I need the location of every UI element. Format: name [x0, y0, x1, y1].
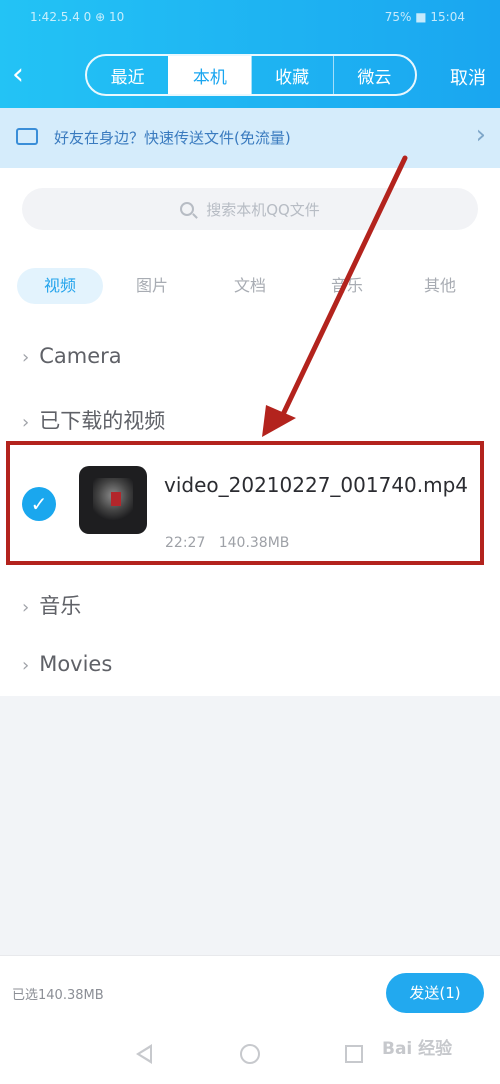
folder-label: Camera [39, 344, 122, 368]
send-button[interactable]: 发送(1) [386, 973, 484, 1013]
folder-label: Movies [39, 652, 113, 676]
tab-local[interactable]: 本机 [168, 56, 251, 94]
search-icon [180, 202, 195, 216]
nav-home-icon[interactable] [240, 1044, 260, 1064]
back-arrow-icon[interactable]: ‹ [12, 60, 24, 90]
banner-text: 好友在身边？快速传送文件(免流量) [54, 129, 291, 147]
computer-icon [16, 128, 38, 145]
folder-camera[interactable]: › Camera [22, 344, 122, 368]
folder-label: 已下载的视频 [39, 409, 166, 433]
folder-label: 音乐 [39, 594, 82, 618]
tab-images[interactable]: 图片 [112, 268, 192, 304]
chevron-right-icon: › [475, 120, 486, 150]
transfer-banner[interactable]: 好友在身边？快速传送文件(免流量) › [0, 108, 500, 168]
category-tabs: 视频 图片 文档 音乐 其他 [0, 268, 500, 306]
chevron-right-icon: › [22, 597, 30, 618]
tab-music[interactable]: 音乐 [307, 268, 387, 304]
app-header: 1:42.5.4 0 ⊕ 10 75% ■ 15:04 ‹ 最近 本机 收藏 微… [0, 0, 500, 108]
cancel-button[interactable]: 取消 [450, 64, 486, 90]
status-bar: 1:42.5.4 0 ⊕ 10 75% ■ 15:04 [0, 10, 500, 30]
selected-info: 已选140.38MB [12, 988, 104, 1003]
tab-favorites[interactable]: 收藏 [250, 56, 333, 94]
watermark: Bai 经验 [382, 1039, 453, 1059]
highlight-box [6, 441, 484, 565]
tab-documents[interactable]: 文档 [210, 268, 290, 304]
bottom-bar: 已选140.38MB 发送(1) [0, 955, 500, 1031]
status-left: 1:42.5.4 0 ⊕ 10 [30, 10, 125, 24]
folder-downloaded-videos[interactable]: › 已下载的视频 [22, 405, 165, 435]
tab-video[interactable]: 视频 [17, 268, 103, 304]
tab-weiyun[interactable]: 微云 [332, 56, 415, 94]
chevron-down-icon: › [22, 412, 30, 433]
status-right: 75% ■ 15:04 [384, 10, 465, 24]
chevron-right-icon: › [22, 347, 30, 368]
search-input[interactable]: 搜索本机QQ文件 [22, 188, 478, 230]
nav-recent-icon[interactable] [345, 1045, 363, 1063]
folder-movies[interactable]: › Movies [22, 652, 112, 676]
folder-music[interactable]: › 音乐 [22, 590, 81, 620]
search-placeholder: 搜索本机QQ文件 [206, 200, 320, 219]
tab-other[interactable]: 其他 [400, 268, 480, 304]
source-tabs: 最近 本机 收藏 微云 [85, 54, 417, 96]
chevron-right-icon: › [22, 655, 30, 676]
tab-recent[interactable]: 最近 [87, 56, 168, 94]
